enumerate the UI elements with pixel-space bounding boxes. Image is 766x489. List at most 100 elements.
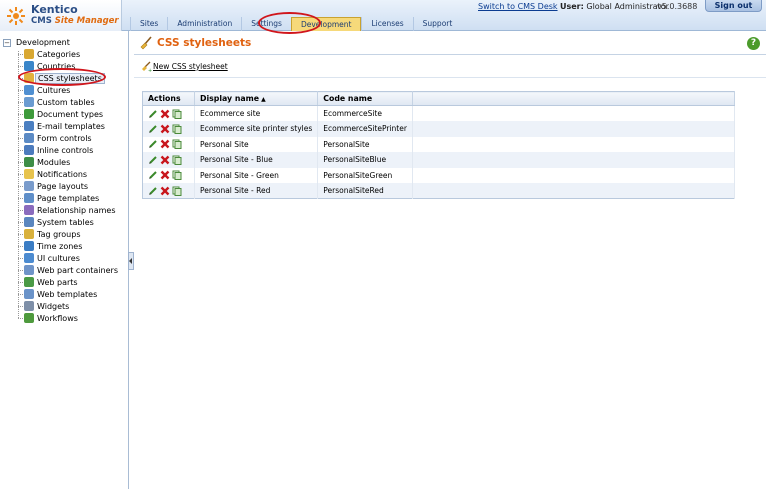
- new-stylesheet-icon: +: [142, 61, 152, 72]
- sidebar-item-document-types[interactable]: Document types: [18, 108, 118, 120]
- relationship-icon: [24, 205, 34, 215]
- sidebar-item-web-templates[interactable]: Web templates: [18, 288, 118, 300]
- tab-sites[interactable]: Sites: [130, 17, 167, 31]
- sidebar-item-label: Workflows: [37, 313, 78, 323]
- new-css-stylesheet-link[interactable]: New CSS stylesheet: [153, 62, 228, 71]
- sidebar-item-countries[interactable]: Countries: [18, 60, 118, 72]
- clone-icon[interactable]: [172, 139, 182, 150]
- main-content: CSS stylesheets ? + New CSS stylesheet A…: [134, 31, 766, 489]
- sidebar-item-notifications[interactable]: Notifications: [18, 168, 118, 180]
- logo[interactable]: Kentico CMS Site Manager: [0, 0, 122, 31]
- sidebar-item-inline-controls[interactable]: Inline controls: [18, 144, 118, 156]
- sidebar-item-page-templates[interactable]: Page templates: [18, 192, 118, 204]
- edit-icon[interactable]: [148, 124, 158, 134]
- clone-icon[interactable]: [172, 186, 182, 196]
- sidebar-item-css-stylesheets[interactable]: CSS stylesheets: [18, 72, 118, 84]
- sidebar-item-form-controls[interactable]: Form controls: [18, 132, 118, 144]
- tree-connector: [18, 101, 23, 103]
- culture-globe-icon: [24, 85, 34, 95]
- clock-icon: [24, 241, 34, 251]
- col-display-name[interactable]: Display name ▲: [194, 91, 319, 106]
- version-label: v5.0.3688: [657, 2, 698, 11]
- delete-icon[interactable]: [160, 155, 170, 165]
- tree-connector: [18, 293, 23, 295]
- tree-connector: [18, 245, 23, 247]
- delete-icon[interactable]: [160, 186, 170, 196]
- sidebar-item-cultures[interactable]: Cultures: [18, 84, 118, 96]
- help-icon[interactable]: ?: [747, 37, 760, 50]
- sidebar-item-widgets[interactable]: Widgets: [18, 300, 118, 312]
- table-icon: [24, 97, 34, 107]
- table-row: Ecommerce site printer styles EcommerceSi…: [142, 121, 736, 137]
- cell-display-name: Personal Site - Red: [194, 183, 319, 199]
- sidebar-item-page-layouts[interactable]: Page layouts: [18, 180, 118, 192]
- inline-controls-icon: [24, 145, 34, 155]
- col-code-name[interactable]: Code name: [317, 91, 413, 106]
- broom-icon: [140, 36, 152, 50]
- clone-icon[interactable]: [172, 155, 182, 165]
- switch-to-cms-desk-link[interactable]: Switch to CMS Desk: [478, 2, 558, 11]
- tab-settings[interactable]: Settings: [241, 17, 291, 31]
- clone-icon[interactable]: [172, 170, 182, 181]
- clone-icon[interactable]: [172, 124, 182, 134]
- row-actions: [142, 105, 195, 121]
- edit-icon[interactable]: [148, 170, 158, 180]
- action-bar: + New CSS stylesheet: [134, 56, 766, 78]
- tab-administration[interactable]: Administration: [167, 17, 241, 31]
- sidebar-item-ui-cultures[interactable]: UI cultures: [18, 252, 118, 264]
- row-actions: [142, 183, 195, 199]
- logo-subtitle: CMS Site Manager: [31, 16, 119, 26]
- container-icon: [24, 265, 34, 275]
- tab-support[interactable]: Support: [412, 17, 462, 31]
- sidebar-item-modules[interactable]: Modules: [18, 156, 118, 168]
- sidebar-item-label: Web parts: [37, 277, 78, 287]
- tree-connector: [18, 185, 23, 187]
- delete-icon[interactable]: [160, 139, 170, 149]
- tree-connector: [18, 269, 23, 271]
- cell-display-name: Personal Site - Blue: [194, 152, 319, 168]
- table-row: Personal Site - Blue PersonalSiteBlue: [142, 152, 736, 168]
- tree-connector: [18, 305, 23, 307]
- delete-icon[interactable]: [160, 109, 170, 119]
- tree-root-development[interactable]: − Development: [3, 37, 70, 48]
- delete-icon[interactable]: [160, 170, 170, 180]
- tree-connector: [18, 161, 23, 163]
- signout-button[interactable]: Sign out: [705, 0, 762, 12]
- cell-code-name: PersonalSiteRed: [317, 183, 413, 199]
- sidebar-item-label: Widgets: [37, 301, 70, 311]
- edit-icon[interactable]: [148, 155, 158, 165]
- row-actions: [142, 121, 195, 137]
- col-actions: Actions: [142, 91, 195, 106]
- tree-connector: [18, 221, 23, 223]
- delete-icon[interactable]: [160, 124, 170, 134]
- sidebar-item-label: Notifications: [37, 169, 88, 179]
- edit-icon[interactable]: [148, 186, 158, 196]
- table-row: Personal Site PersonalSite: [142, 136, 736, 152]
- clone-icon[interactable]: [172, 109, 182, 119]
- grid-header-row: Actions Display name ▲ Code name: [142, 91, 736, 106]
- sidebar-item-e-mail-templates[interactable]: E-mail templates: [18, 120, 118, 132]
- sidebar-item-web-parts[interactable]: Web parts: [18, 276, 118, 288]
- sidebar-item-time-zones[interactable]: Time zones: [18, 240, 118, 252]
- email-icon: [24, 121, 34, 131]
- cell-code-name: EcommerceSite: [317, 105, 413, 121]
- tree-connector: [18, 53, 23, 55]
- sidebar-item-workflows[interactable]: Workflows: [18, 312, 118, 324]
- tab-licenses[interactable]: Licenses: [361, 17, 412, 31]
- sidebar-item-tag-groups[interactable]: Tag groups: [18, 228, 118, 240]
- row-actions: [142, 167, 195, 183]
- collapse-toggle-icon[interactable]: −: [3, 38, 11, 47]
- sidebar-item-system-tables[interactable]: System tables: [18, 216, 118, 228]
- sidebar-item-custom-tables[interactable]: Custom tables: [18, 96, 118, 108]
- sidebar-item-label: Web part containers: [37, 265, 119, 275]
- edit-icon[interactable]: [148, 139, 158, 149]
- sidebar-item-categories[interactable]: Categories: [18, 48, 118, 60]
- cell-code-name: EcommerceSitePrinter: [317, 121, 413, 137]
- sidebar-item-relationship-names[interactable]: Relationship names: [18, 204, 118, 216]
- edit-icon[interactable]: [148, 109, 158, 119]
- sidebar-item-label: Inline controls: [37, 145, 94, 155]
- sidebar-item-label: Time zones: [37, 241, 83, 251]
- sidebar-item-label: Tag groups: [37, 229, 81, 239]
- sidebar-item-web-part-containers[interactable]: Web part containers: [18, 264, 118, 276]
- tab-development[interactable]: Development: [290, 17, 362, 31]
